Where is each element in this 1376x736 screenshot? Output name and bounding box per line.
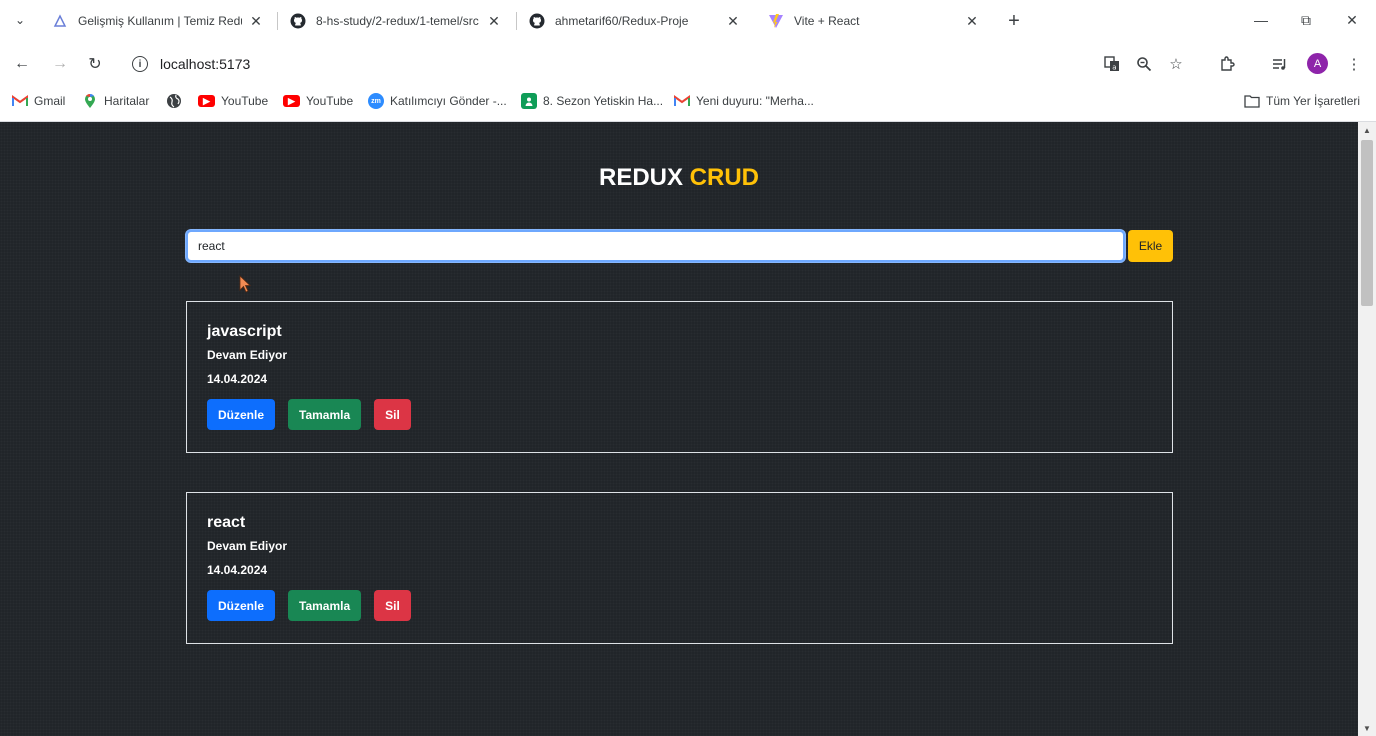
edit-button[interactable]: Düzenle (207, 399, 276, 430)
todo-status: Devam Ediyor (207, 539, 288, 553)
bookmark-label: Gmail (34, 94, 66, 108)
zoom-icon: zm (368, 93, 384, 109)
todo-card: javascript Devam Ediyor 14.04.2024 Düzen… (186, 301, 1173, 453)
tab-redux-docs[interactable]: Gelişmiş Kullanım | Temiz Redux ✕ (40, 6, 276, 36)
todo-card: react Devam Ediyor 14.04.2024 Düzenle Ta… (186, 492, 1173, 644)
todo-status: Devam Ediyor (207, 348, 288, 362)
browser-chrome: ⌄ Gelişmiş Kullanım | Temiz Redux ✕ 8-hs… (0, 0, 1376, 122)
back-arrow-icon[interactable]: ← (10, 52, 34, 76)
tab-strip: ⌄ Gelişmiş Kullanım | Temiz Redux ✕ 8-hs… (0, 0, 1376, 42)
bookmarks-bar: Gmail Haritalar ▶ YouTube ▶ YouTube zm K… (0, 86, 1376, 116)
title-main: REDUX (598, 164, 683, 191)
vite-icon (768, 13, 784, 29)
tab-search-chevron-icon[interactable]: ⌄ (8, 8, 32, 32)
todo-title: javascript (207, 323, 282, 340)
delete-button[interactable]: Sil (374, 590, 411, 621)
bookmark-globe[interactable] (166, 92, 188, 110)
bookmark-gmail[interactable]: Gmail (12, 92, 65, 110)
todo-list: javascript Devam Ediyor 14.04.2024 Düzen… (186, 301, 1173, 683)
folder-icon (1244, 93, 1260, 109)
scroll-down-arrow-icon[interactable]: ▼ (1358, 724, 1376, 734)
all-bookmarks-label: Tüm Yer İşaretleri (1266, 94, 1361, 108)
github-icon (529, 13, 545, 29)
tab-title: ahmetarif60/Redux-Proje (555, 14, 689, 28)
all-bookmarks-folder[interactable]: Tüm Yer İşaretleri (1244, 92, 1360, 110)
bookmark-classroom[interactable]: 8. Sezon Yetiskin Ha... (521, 92, 663, 110)
bookmark-youtube[interactable]: ▶ YouTube (198, 92, 268, 110)
tab-title: Vite + React (794, 14, 860, 28)
bookmark-label: 8. Sezon Yetiskin Ha... (543, 94, 664, 108)
complete-button[interactable]: Tamamla (288, 399, 362, 430)
bookmark-youtube[interactable]: ▶ YouTube (283, 92, 353, 110)
tab-title: 8-hs-study/2-redux/1-temel/src (316, 14, 479, 28)
bookmark-label: YouTube (221, 94, 269, 108)
zoom-icon[interactable] (1132, 52, 1156, 76)
todo-date: 14.04.2024 (207, 372, 268, 386)
bookmark-gmail-announcement[interactable]: Yeni duyuru: "Merha... (674, 92, 814, 110)
gmail-icon (12, 93, 28, 109)
bookmark-zoom[interactable]: zm Katılımcıyı Gönder -... (368, 92, 507, 110)
extensions-puzzle-icon[interactable] (1215, 52, 1239, 76)
tab-vite-react[interactable]: Vite + React ✕ (756, 6, 992, 36)
bookmark-maps[interactable]: Haritalar (82, 92, 149, 110)
bookmark-star-icon[interactable]: ☆ (1164, 52, 1188, 76)
page-scrollbar[interactable]: ▲ ▼ (1358, 122, 1376, 736)
todo-input[interactable] (186, 230, 1125, 262)
title-accent: CRUD (689, 164, 759, 191)
bookmark-label: Yeni duyuru: "Merha... (696, 94, 814, 108)
add-button[interactable]: Ekle (1128, 230, 1173, 262)
close-icon[interactable]: ✕ (964, 13, 980, 29)
todo-actions: Düzenle Tamamla Sil (207, 590, 1152, 621)
new-tab-plus-icon[interactable]: + (1002, 9, 1026, 33)
youtube-icon: ▶ (283, 95, 300, 107)
youtube-icon: ▶ (198, 95, 215, 107)
add-todo-form: Ekle (186, 230, 1173, 262)
scroll-thumb[interactable] (1361, 140, 1373, 306)
translate-icon[interactable]: a (1100, 52, 1124, 76)
todo-actions: Düzenle Tamamla Sil (207, 399, 1152, 430)
tab-github-repo[interactable]: ahmetarif60/Redux-Proje ✕ (517, 6, 753, 36)
mouse-cursor-icon (239, 275, 252, 293)
close-window-icon[interactable]: ✕ (1339, 8, 1365, 32)
todo-title: react (207, 514, 246, 531)
bookmark-label: Katılımcıyı Gönder -... (390, 94, 507, 108)
forward-arrow-icon[interactable]: → (48, 52, 72, 76)
app-page: REDUX CRUD Ekle javascript Devam Ediyor … (0, 122, 1358, 736)
address-bar[interactable]: i localhost:5173 (124, 50, 1084, 78)
profile-avatar[interactable]: A (1307, 53, 1328, 74)
reload-icon[interactable]: ↻ (83, 52, 107, 76)
kebab-menu-icon[interactable]: ⋮ (1342, 52, 1366, 76)
close-icon[interactable]: ✕ (486, 13, 502, 29)
browser-toolbar: ← → ↻ i localhost:5173 a ☆ A ⋮ (0, 42, 1376, 86)
url-text: localhost:5173 (160, 56, 251, 72)
complete-button[interactable]: Tamamla (288, 590, 362, 621)
todo-date: 14.04.2024 (207, 563, 268, 577)
bookmark-label: YouTube (306, 94, 354, 108)
delete-button[interactable]: Sil (374, 399, 411, 430)
github-icon (290, 13, 306, 29)
close-icon[interactable]: ✕ (248, 13, 264, 29)
page-title: REDUX CRUD (0, 164, 1358, 192)
gmail-icon (674, 93, 690, 109)
tab-title: Gelişmiş Kullanım | Temiz Redux (78, 14, 242, 28)
globe-icon (166, 93, 182, 109)
close-icon[interactable]: ✕ (725, 13, 741, 29)
restore-icon[interactable]: ⧉ (1293, 8, 1319, 32)
edit-button[interactable]: Düzenle (207, 590, 276, 621)
scroll-up-arrow-icon[interactable]: ▲ (1358, 126, 1376, 136)
media-queue-icon[interactable] (1268, 52, 1292, 76)
maps-icon (82, 93, 98, 109)
bookmark-label: Haritalar (104, 94, 150, 108)
minimize-icon[interactable]: — (1248, 8, 1274, 32)
svg-text:a: a (1112, 64, 1116, 72)
tab-github-src[interactable]: 8-hs-study/2-redux/1-temel/src ✕ (278, 6, 514, 36)
classroom-icon (521, 93, 537, 109)
redux-docs-icon (52, 13, 68, 29)
site-info-icon[interactable]: i (132, 56, 148, 72)
